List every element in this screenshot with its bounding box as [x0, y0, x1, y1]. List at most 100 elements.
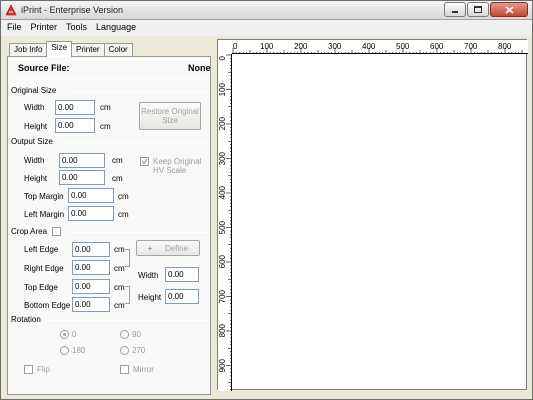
ruler-v-label: 800	[218, 324, 227, 338]
original-height-label: Height	[24, 122, 48, 131]
ruler-h-label: 0	[233, 42, 238, 51]
keep-scale-label: Keep Original HV Scale	[153, 157, 202, 175]
ruler-v-label: 700	[218, 289, 227, 303]
menu-printer[interactable]: Printer	[31, 20, 58, 36]
app-window: iPrint - Enterprise Version File Printer…	[0, 0, 533, 400]
crop-right-edge-input[interactable]	[72, 260, 110, 275]
output-size-section: Output Size	[11, 137, 211, 147]
rotation-90-label: 90	[132, 330, 141, 339]
close-button[interactable]	[490, 2, 528, 17]
ruler-h-label: 700	[464, 42, 478, 51]
crop-height-input[interactable]	[165, 289, 199, 304]
crop-bottom-edge-input[interactable]	[72, 297, 110, 312]
flip-checkbox[interactable]	[24, 365, 33, 374]
tab-color[interactable]: Color	[103, 43, 133, 57]
original-width-input[interactable]	[55, 100, 95, 115]
define-crop-button[interactable]: Define	[136, 240, 200, 256]
minimize-button[interactable]	[444, 2, 466, 17]
crop-bottom-edge-unit: cm	[114, 301, 125, 310]
top-margin-input[interactable]	[68, 188, 114, 203]
crop-left-edge-label: Left Edge	[24, 245, 59, 254]
menu-tools[interactable]: Tools	[66, 20, 87, 36]
ruler-corner	[218, 40, 232, 54]
divider	[14, 78, 206, 79]
size-tab-content: Source File: None Original Size Width cm…	[7, 56, 211, 395]
source-file-value: None	[188, 63, 211, 73]
ruler-h-label: 800	[498, 42, 512, 51]
rotation-90-radio[interactable]	[120, 330, 129, 339]
rotation-section: Rotation	[11, 315, 211, 325]
original-width-unit: cm	[100, 103, 111, 112]
crop-top-edge-input[interactable]	[72, 279, 110, 294]
crop-right-edge-label: Right Edge	[24, 264, 64, 273]
output-height-unit: cm	[112, 174, 123, 183]
ruler-v-label: 900	[218, 358, 227, 372]
close-icon	[504, 5, 514, 14]
restore-original-size-button[interactable]: Restore Original Size	[139, 102, 201, 130]
mirror-checkbox[interactable]	[120, 365, 129, 374]
crop-top-edge-label: Top Edge	[24, 283, 58, 292]
menu-language[interactable]: Language	[96, 20, 136, 36]
rotation-0-label: 0	[72, 330, 77, 339]
left-margin-label: Left Margin	[24, 210, 65, 219]
ruler-h-label: 300	[328, 42, 342, 51]
ruler-h-label: 100	[260, 42, 274, 51]
menu-bar: File Printer Tools Language	[1, 20, 532, 36]
ruler-v-label: 600	[218, 255, 227, 269]
mirror-label: Mirror	[133, 365, 154, 374]
output-width-unit: cm	[112, 156, 123, 165]
output-width-input[interactable]	[59, 153, 105, 168]
horizontal-ruler: 0 100 200 300 400 500 600 700 800	[232, 40, 528, 54]
rotation-270-label: 270	[132, 346, 146, 355]
output-height-input[interactable]	[59, 170, 105, 185]
maximize-icon	[474, 6, 482, 13]
crop-left-edge-input[interactable]	[72, 242, 110, 257]
ruler-h-label: 400	[362, 42, 376, 51]
crop-height-bracket	[125, 286, 130, 304]
checkmark-icon	[141, 158, 148, 165]
original-height-unit: cm	[100, 122, 111, 131]
ruler-h-label: 200	[294, 42, 308, 51]
rotation-0-radio[interactable]	[60, 330, 69, 339]
menu-file[interactable]: File	[7, 20, 22, 36]
crop-area-checkbox[interactable]	[52, 227, 61, 236]
crop-height-label: Height	[138, 293, 162, 302]
crop-right-edge-unit: cm	[114, 264, 125, 273]
vertical-ruler: 0 100 200 300 400 500 600 700 800 900	[218, 54, 232, 391]
keep-scale-checkbox[interactable]	[140, 157, 149, 166]
window-title: iPrint - Enterprise Version	[21, 5, 124, 15]
ruler-v-label: 400	[218, 186, 227, 200]
output-height-label: Height	[24, 174, 48, 183]
print-preview-canvas[interactable]: 0 100 200 300 400 500 600 700 800 0 100 200 300 400 5…	[217, 39, 528, 391]
ruler-v-label: 500	[218, 220, 227, 234]
crop-width-label: Width	[138, 271, 159, 280]
original-width-label: Width	[24, 103, 45, 112]
tab-job-info[interactable]: Job Info	[9, 43, 48, 57]
settings-panel: Job Info Size Printer Color Source File:…	[7, 39, 211, 395]
tab-printer[interactable]: Printer	[71, 43, 105, 57]
crop-bottom-edge-label: Bottom Edge	[24, 301, 71, 310]
output-width-label: Width	[24, 156, 45, 165]
tab-strip: Job Info Size Printer Color	[9, 41, 133, 57]
ruler-v-label: 300	[218, 151, 227, 165]
tab-size[interactable]: Size	[46, 41, 73, 57]
crop-top-edge-unit: cm	[114, 283, 125, 292]
rotation-180-label: 180	[72, 346, 86, 355]
ruler-v-label: 200	[218, 117, 227, 131]
crop-width-bracket	[125, 249, 130, 267]
title-bar[interactable]: iPrint - Enterprise Version	[1, 1, 532, 20]
left-margin-input[interactable]	[68, 206, 114, 221]
rotation-heading: Rotation	[11, 315, 44, 324]
rotation-180-radio[interactable]	[60, 346, 69, 355]
rotation-270-radio[interactable]	[120, 346, 129, 355]
maximize-button[interactable]	[467, 2, 489, 17]
crop-width-input[interactable]	[165, 267, 199, 282]
app-icon	[5, 4, 17, 16]
ruler-h-label: 600	[430, 42, 444, 51]
minimize-icon	[452, 10, 458, 13]
original-height-input[interactable]	[55, 118, 95, 133]
source-file-label: Source File:	[18, 63, 70, 73]
original-size-section: Original Size	[11, 86, 211, 96]
top-margin-unit: cm	[118, 192, 129, 201]
crop-area-section: Crop Area	[11, 227, 211, 237]
